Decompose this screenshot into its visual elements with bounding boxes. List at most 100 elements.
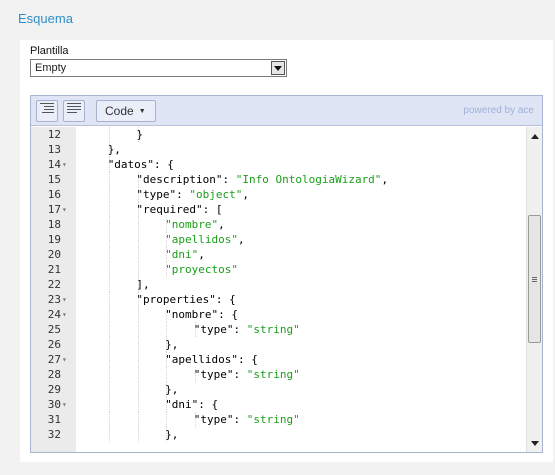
indent-guide [109, 367, 110, 382]
code-line[interactable]: 15 "description": "Info OntologiaWizard", [31, 172, 542, 187]
powered-by-ace[interactable]: powered by ace [463, 105, 534, 116]
code-text: "dni": { [165, 397, 218, 412]
line-number: 24 [31, 307, 61, 322]
code-text: "description": "Info OntologiaWizard", [136, 172, 388, 187]
indent-guide [137, 367, 139, 382]
code-line[interactable]: 16 "type": "object", [31, 187, 542, 202]
key-token: "dni" [165, 398, 199, 411]
code-line[interactable]: 12} [31, 127, 542, 142]
code-line[interactable]: 13}, [31, 142, 542, 157]
vertical-scrollbar[interactable] [526, 127, 542, 452]
indent-guide [109, 307, 110, 322]
key-token: "properties" [136, 293, 216, 306]
line-number: 17 [31, 202, 61, 217]
code-text: "nombre", [165, 217, 225, 232]
key-token: "apellidos" [165, 353, 238, 366]
line-number: 15 [31, 172, 61, 187]
code-mode-label: Code [105, 104, 134, 118]
code-text: "nombre": { [165, 307, 238, 322]
string-token: "string" [246, 413, 300, 426]
string-token: "object" [189, 188, 243, 201]
code-line[interactable]: 18 "nombre", [31, 217, 542, 232]
fold-toggle-icon[interactable]: ▾ [62, 352, 72, 367]
code-editor: Code ▼ powered by ace 12} 13}, 14 ▾ "datos": … [30, 95, 543, 453]
punctuation-token: }, [165, 383, 179, 396]
code-area[interactable]: 12} 13}, 14 ▾ "datos": {15 "description": "In… [31, 127, 542, 452]
indent-button[interactable] [36, 100, 58, 122]
indent-guide [137, 307, 139, 322]
line-number: 14 [31, 157, 61, 172]
indent-guide [109, 397, 110, 412]
fold-toggle-icon[interactable]: ▾ [62, 307, 72, 322]
code-line[interactable]: 23 ▾ "properties": { [31, 292, 542, 307]
code-line[interactable]: 24 ▾ "nombre": { [31, 307, 542, 322]
string-token: "apellidos" [165, 233, 238, 246]
code-line[interactable]: 30 ▾ "dni": { [31, 397, 542, 412]
code-text: ], [136, 277, 149, 292]
key-token: "datos" [107, 158, 155, 171]
key-token: "type" [193, 368, 234, 381]
code-text: }, [165, 337, 178, 352]
punctuation-token: : { [198, 398, 219, 411]
punctuation-token: }, [107, 143, 121, 156]
code-line[interactable]: 14 ▾ "datos": { [31, 157, 542, 172]
line-number: 30 [31, 397, 61, 412]
fold-toggle-icon[interactable]: ▾ [62, 202, 72, 217]
code-text: }, [165, 427, 178, 442]
chevron-down-icon[interactable] [271, 61, 285, 75]
scrollbar-thumb[interactable] [528, 215, 541, 343]
indent-guide [166, 412, 168, 427]
template-select[interactable]: Empty [30, 59, 287, 77]
indent-guide [137, 352, 139, 367]
fold-toggle-icon[interactable]: ▾ [62, 292, 72, 307]
code-line[interactable]: 19 "apellidos", [31, 232, 542, 247]
fold-toggle-icon[interactable]: ▾ [62, 397, 72, 412]
indent-guide [137, 397, 139, 412]
code-text: "type": "object", [136, 187, 249, 202]
code-line[interactable]: 26}, [31, 337, 542, 352]
string-token: "nombre" [165, 218, 219, 231]
punctuation-token: , [381, 173, 389, 186]
string-token: "proyectos" [165, 263, 238, 276]
string-token: "Info OntologiaWizard" [235, 173, 382, 186]
code-mode-dropdown[interactable]: Code ▼ [96, 100, 156, 122]
code-text: "type": "string" [194, 412, 300, 427]
line-number: 13 [31, 142, 61, 157]
code-line[interactable]: 31 "type": "string" [31, 412, 542, 427]
line-number: 26 [31, 337, 61, 352]
schema-panel: Plantilla Empty Code ▼ powered by ace 12… [20, 40, 553, 462]
code-line[interactable]: 17 ▾ "required": [ [31, 202, 542, 217]
code-line[interactable]: 22], [31, 277, 542, 292]
scroll-up-icon[interactable] [527, 129, 542, 143]
code-line[interactable]: 21 "proyectos" [31, 262, 542, 277]
indent-guide [109, 277, 110, 292]
section-title: Esquema [18, 11, 73, 26]
code-line[interactable]: 28 "type": "string" [31, 367, 542, 382]
scroll-down-icon[interactable] [527, 436, 542, 450]
key-token: "type" [193, 323, 234, 336]
indent-guide [109, 412, 110, 427]
indent-guide [137, 247, 139, 262]
line-number: 31 [31, 412, 61, 427]
code-line[interactable]: 27 ▾ "apellidos": { [31, 352, 542, 367]
line-number: 21 [31, 262, 61, 277]
indent-guide [137, 322, 139, 337]
punctuation-token: , [237, 233, 245, 246]
punctuation-token: : [233, 413, 247, 426]
punctuation-token: ], [136, 278, 150, 291]
string-token: "string" [246, 368, 300, 381]
line-number: 12 [31, 127, 61, 142]
code-line[interactable]: 20 "dni", [31, 247, 542, 262]
indent-guide [109, 292, 110, 307]
code-line[interactable]: 32}, [31, 427, 542, 442]
indent-guide [109, 247, 110, 262]
code-line[interactable]: 29}, [31, 382, 542, 397]
indent-guide [109, 427, 110, 442]
code-line[interactable]: 25 "type": "string" [31, 322, 542, 337]
punctuation-token: , [242, 188, 249, 201]
template-select-value: Empty [35, 62, 67, 74]
punctuation-token: : [233, 323, 247, 336]
editor-toolbar: Code ▼ powered by ace [31, 96, 542, 126]
fold-toggle-icon[interactable]: ▾ [62, 157, 72, 172]
outdent-button[interactable] [63, 100, 85, 122]
